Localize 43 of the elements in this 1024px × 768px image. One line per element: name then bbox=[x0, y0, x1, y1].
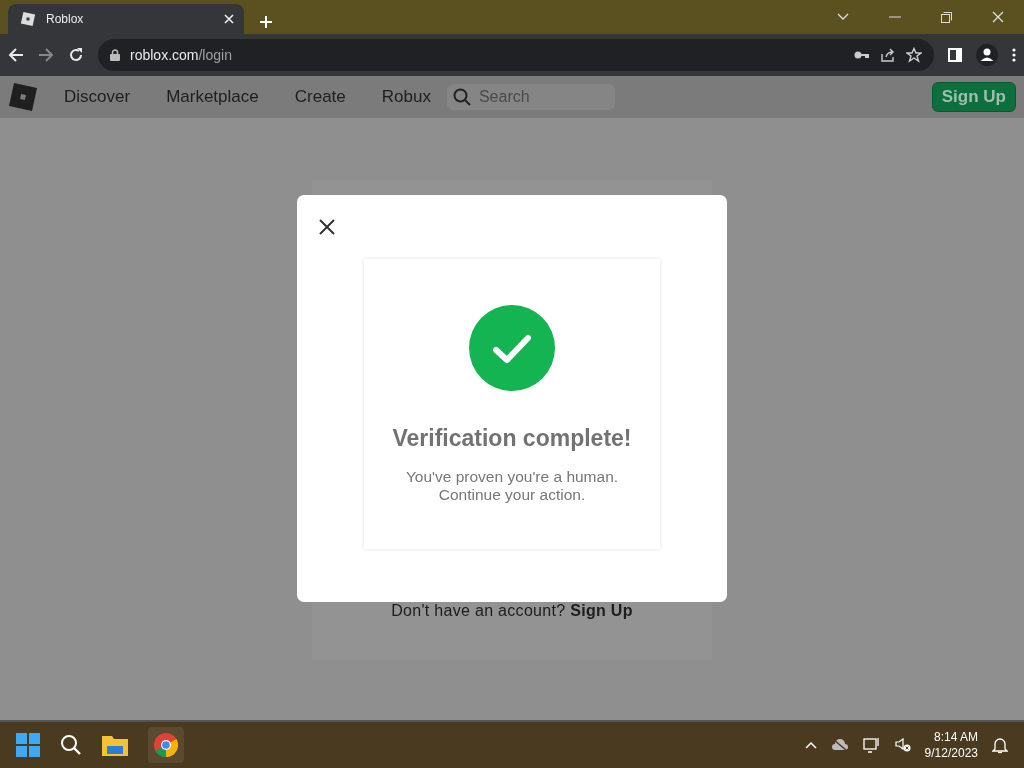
cloud-off-icon[interactable] bbox=[830, 738, 849, 752]
search-field[interactable]: Search bbox=[446, 84, 615, 110]
chrome-taskbar-button[interactable] bbox=[148, 727, 184, 763]
nav-link[interactable]: Create bbox=[294, 87, 346, 107]
key-icon[interactable] bbox=[854, 50, 870, 60]
lock-icon bbox=[110, 49, 120, 61]
dialog-title: Verification complete! bbox=[392, 425, 632, 452]
close-icon[interactable] bbox=[992, 11, 1004, 23]
reload-icon[interactable] bbox=[68, 47, 84, 63]
share-icon[interactable] bbox=[880, 47, 896, 63]
sign-up-button[interactable]: Sign Up bbox=[931, 82, 1016, 112]
browser-tab[interactable]: Roblox bbox=[8, 4, 244, 34]
chevron-down-icon[interactable] bbox=[837, 13, 849, 21]
sign-up-link[interactable]: Sign Up bbox=[570, 602, 633, 619]
nav-link[interactable]: Discover bbox=[64, 87, 131, 107]
side-panel-icon[interactable] bbox=[948, 48, 962, 62]
speaker-muted-icon[interactable] bbox=[894, 737, 911, 753]
bell-icon[interactable] bbox=[992, 736, 1008, 754]
chevron-up-icon[interactable] bbox=[804, 741, 817, 749]
roblox-logo-icon bbox=[20, 11, 36, 27]
close-icon[interactable] bbox=[317, 217, 337, 237]
windows-start-icon[interactable] bbox=[16, 733, 40, 757]
clock[interactable]: 8:14 AM 9/12/2023 bbox=[924, 729, 978, 761]
forward-icon[interactable] bbox=[38, 47, 54, 63]
search-icon[interactable] bbox=[60, 734, 82, 756]
sign-up-prompt: Don't have an account? Sign Up bbox=[391, 602, 633, 620]
network-icon[interactable] bbox=[862, 737, 881, 753]
menu-icon[interactable] bbox=[1012, 48, 1016, 62]
back-icon[interactable] bbox=[8, 47, 24, 63]
chrome-icon bbox=[154, 733, 178, 757]
checkmark-icon bbox=[469, 305, 555, 391]
address-bar[interactable]: roblox.com/login bbox=[98, 39, 934, 71]
restore-icon[interactable] bbox=[941, 11, 952, 23]
close-icon[interactable] bbox=[224, 14, 234, 24]
roblox-logo-icon[interactable] bbox=[8, 82, 38, 112]
new-tab-icon[interactable] bbox=[258, 14, 274, 30]
profile-icon[interactable] bbox=[976, 44, 998, 66]
dialog-message: You've proven you're a human. Continue your action. bbox=[405, 468, 619, 504]
nav-link[interactable]: Robux bbox=[381, 87, 431, 107]
url-text: roblox.com/login bbox=[130, 47, 232, 63]
nav-link[interactable]: Marketplace bbox=[166, 87, 259, 107]
folder-icon[interactable] bbox=[102, 734, 128, 756]
star-icon[interactable] bbox=[906, 47, 922, 63]
